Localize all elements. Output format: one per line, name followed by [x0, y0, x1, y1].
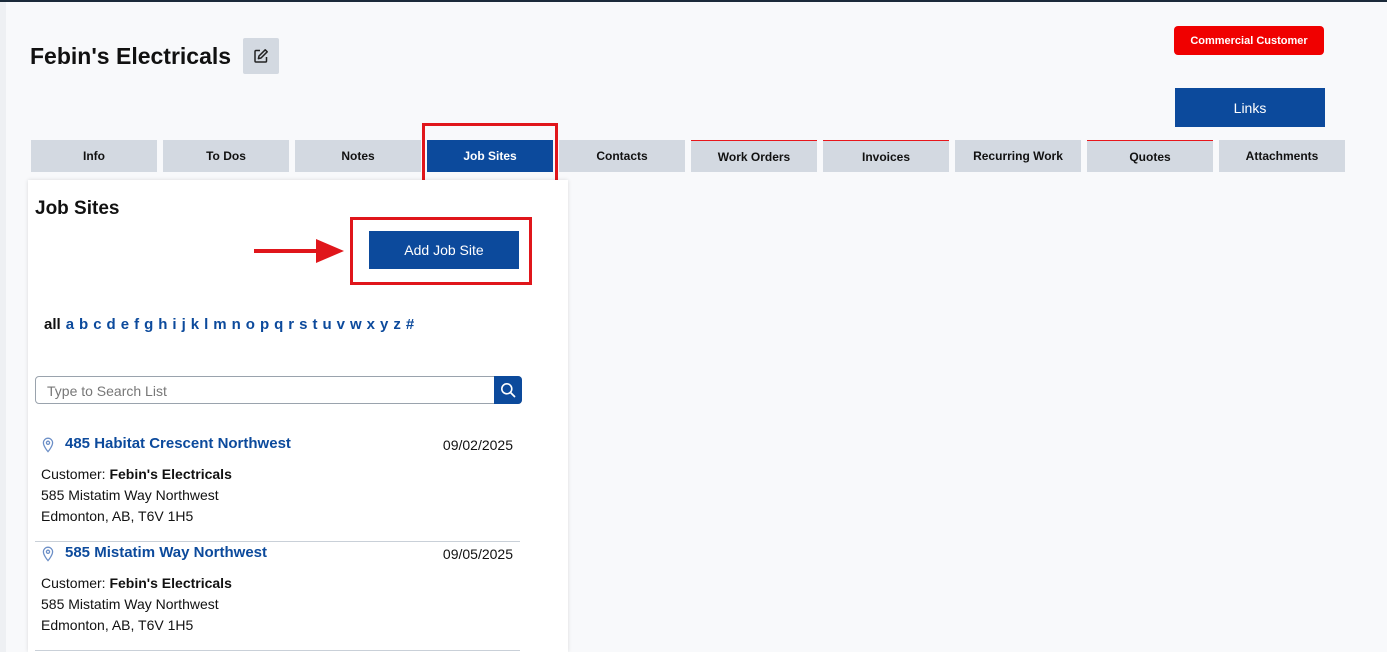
alpha-letter[interactable]: x [367, 316, 375, 333]
alpha-letter[interactable]: a [66, 316, 74, 333]
alpha-letter[interactable]: m [213, 316, 226, 333]
alpha-all[interactable]: all [44, 316, 61, 333]
address-line-1: 585 Mistatim Way Northwest [41, 596, 219, 612]
tab-quotes[interactable]: Quotes [1087, 140, 1213, 172]
alpha-letter[interactable]: l [204, 316, 208, 333]
search-box [35, 376, 522, 404]
address-line-1: 585 Mistatim Way Northwest [41, 487, 219, 503]
customer-type-badge: Commercial Customer [1174, 26, 1324, 55]
alpha-letter[interactable]: o [246, 316, 255, 333]
alpha-letter[interactable]: e [121, 316, 129, 333]
alpha-letter[interactable]: h [158, 316, 167, 333]
left-edge [0, 2, 6, 652]
alpha-letter[interactable]: w [350, 316, 362, 333]
alpha-letter[interactable]: t [312, 316, 317, 333]
tab-attachments[interactable]: Attachments [1219, 140, 1345, 172]
map-pin-icon [42, 437, 54, 453]
alpha-letter[interactable]: s [299, 316, 307, 333]
edit-icon [254, 49, 268, 63]
list-item: 585 Mistatim Way Northwest 09/05/2025 Cu… [35, 542, 520, 651]
search-input[interactable] [45, 381, 489, 401]
tab-recurring-work[interactable]: Recurring Work [955, 140, 1081, 172]
customer-line: Customer: Febin's Electricals [41, 466, 232, 482]
job-site-date: 09/02/2025 [442, 437, 513, 453]
alpha-letter[interactable]: p [260, 316, 269, 333]
address-line-2: Edmonton, AB, T6V 1H5 [41, 508, 194, 524]
customer-label: Customer: [41, 575, 106, 591]
alpha-letter[interactable]: b [79, 316, 88, 333]
address-line-2: Edmonton, AB, T6V 1H5 [41, 617, 194, 633]
alpha-letter[interactable]: j [182, 316, 186, 333]
alpha-letter[interactable]: c [93, 316, 101, 333]
alpha-letter[interactable]: n [232, 316, 241, 333]
links-button[interactable]: Links [1175, 88, 1325, 127]
arrow-right-icon [254, 239, 344, 263]
alpha-letter[interactable]: g [144, 316, 153, 333]
job-site-name-link[interactable]: 485 Habitat Crescent Northwest [65, 435, 291, 452]
alpha-letter[interactable]: i [172, 316, 176, 333]
tab-work-orders[interactable]: Work Orders [691, 140, 817, 172]
alpha-letter[interactable]: v [337, 316, 345, 333]
job-site-name-link[interactable]: 585 Mistatim Way Northwest [65, 544, 267, 561]
tab-info[interactable]: Info [31, 140, 157, 172]
alphabet-filter: all a b c d e f g h i j k l m n o p q r … [44, 316, 414, 333]
job-site-date: 09/05/2025 [442, 546, 513, 562]
customer-label: Customer: [41, 466, 106, 482]
alpha-letter[interactable]: y [380, 316, 388, 333]
alpha-hash[interactable]: # [406, 316, 414, 333]
search-button[interactable] [494, 376, 522, 404]
alpha-letter[interactable]: k [191, 316, 199, 333]
top-bar [0, 0, 1387, 2]
tab-invoices[interactable]: Invoices [823, 140, 949, 172]
add-job-site-button[interactable]: Add Job Site [369, 231, 519, 269]
tab-contacts[interactable]: Contacts [559, 140, 685, 172]
list-item: 485 Habitat Crescent Northwest 09/02/202… [35, 433, 520, 542]
alpha-letter[interactable]: f [134, 316, 139, 333]
annotation-box-tab [422, 123, 558, 184]
tab-notes[interactable]: Notes [295, 140, 421, 172]
alpha-letter[interactable]: u [322, 316, 331, 333]
customer-name: Febin's Electricals [109, 575, 232, 591]
map-pin-icon [42, 546, 54, 562]
page-title: Febin's Electricals [30, 43, 232, 69]
panel-title: Job Sites [35, 198, 120, 219]
alpha-letter[interactable]: d [107, 316, 116, 333]
alpha-letter[interactable]: z [393, 316, 401, 333]
alpha-letter[interactable]: q [274, 316, 283, 333]
tab-to-dos[interactable]: To Dos [163, 140, 289, 172]
alpha-letter[interactable]: r [288, 316, 294, 333]
customer-line: Customer: Febin's Electricals [41, 575, 232, 591]
edit-title-button[interactable] [243, 38, 279, 74]
customer-name: Febin's Electricals [109, 466, 232, 482]
search-icon [501, 383, 516, 398]
